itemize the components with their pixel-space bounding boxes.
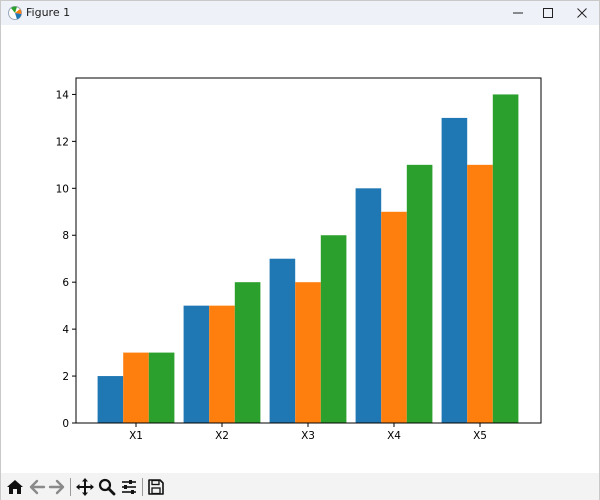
y-tick-label: 0 (62, 418, 69, 430)
home-icon (7, 480, 23, 494)
bar-X5-series-3 (492, 94, 519, 424)
bar-X1-series-3 (148, 352, 175, 423)
bar-X1-series-1 (97, 376, 124, 423)
pan-icon (76, 478, 94, 496)
y-tick-label: 2 (62, 371, 69, 383)
bar-X2-series-1 (183, 305, 210, 423)
x-tick-label: X3 (301, 430, 315, 442)
toolbar-separator (142, 478, 143, 496)
window-title: Figure 1 (26, 6, 71, 19)
zoom-button[interactable] (95, 475, 119, 499)
y-tick-label: 8 (62, 230, 69, 242)
bar-X2-series-2 (209, 305, 235, 423)
pan-button[interactable] (73, 475, 97, 499)
bar-X2-series-3 (234, 282, 261, 423)
matplotlib-app-icon (7, 5, 23, 21)
navigation-toolbar (1, 473, 599, 500)
title-bar: Figure 1 (1, 1, 599, 25)
figure-canvas[interactable]: 0 2 4 6 8 10 12 14 X1 X2 X3 X4 X5 (1, 25, 599, 471)
bar-X3-series-1 (269, 258, 296, 423)
y-tick-label: 14 (56, 89, 70, 101)
toolbar-separator (70, 478, 71, 496)
maximize-button[interactable] (531, 1, 565, 25)
home-button[interactable] (3, 475, 27, 499)
bar-chart: 0 2 4 6 8 10 12 14 X1 X2 X3 X4 X5 (56, 77, 542, 442)
minimize-icon (513, 12, 523, 14)
y-tick-label: 6 (62, 277, 69, 289)
close-button[interactable] (565, 1, 599, 25)
y-tick-label: 4 (62, 324, 69, 336)
minimize-button[interactable] (501, 1, 535, 25)
bar-X3-series-3 (320, 235, 347, 423)
bar-X5-series-2 (467, 164, 493, 423)
configure-subplots-icon (122, 480, 136, 494)
bar-X3-series-2 (295, 282, 321, 423)
back-arrow-icon (29, 479, 46, 495)
forward-button[interactable] (45, 475, 69, 499)
bar-X4-series-2 (381, 211, 407, 423)
x-tick-label: X4 (387, 430, 401, 442)
forward-arrow-icon (48, 479, 65, 495)
maximize-icon (543, 8, 553, 18)
bar-X1-series-2 (123, 352, 149, 423)
bar-X4-series-1 (355, 188, 382, 423)
x-tick-label: X1 (129, 430, 143, 442)
bar-X5-series-1 (441, 117, 468, 424)
y-tick-label: 12 (56, 136, 69, 148)
save-button[interactable] (144, 475, 168, 499)
configure-subplots-button[interactable] (117, 475, 141, 499)
close-icon (577, 8, 587, 18)
y-tick-label: 10 (56, 183, 69, 195)
save-icon (148, 479, 164, 495)
zoom-icon (98, 478, 116, 496)
bar-X4-series-3 (406, 164, 433, 423)
x-tick-label: X5 (473, 430, 487, 442)
x-tick-label: X2 (215, 430, 229, 442)
figure-window: Figure 1 0 2 4 6 8 10 12 14 X1 X2 X3 X4 X5 (0, 0, 600, 500)
